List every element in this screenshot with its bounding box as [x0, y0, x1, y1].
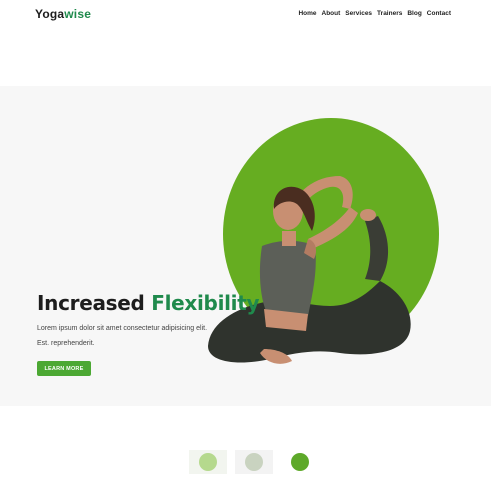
- logo-text-main: Yoga: [35, 7, 65, 21]
- hero-section: Increased Flexibility Lorem ipsum dolor …: [0, 86, 491, 406]
- hero-description: Lorem ipsum dolor sit amet consectetur a…: [37, 321, 217, 351]
- nav-contact[interactable]: Contact: [427, 10, 451, 17]
- nav-home[interactable]: Home: [298, 10, 316, 17]
- hero-description-line-1: Lorem ipsum dolor sit amet consectetur a…: [37, 325, 208, 332]
- slide-thumbnail-2[interactable]: [235, 450, 273, 474]
- nav-trainers[interactable]: Trainers: [377, 10, 402, 17]
- yoga-slide-thumbnail-1-icon: [199, 453, 217, 471]
- logo[interactable]: Yogawise: [35, 7, 91, 21]
- slider-thumbnails: [189, 450, 319, 474]
- navbar: Yogawise Home About Services Trainers Bl…: [0, 0, 491, 30]
- logo-text-accent: wise: [64, 7, 92, 21]
- yoga-pose-figure: [208, 176, 411, 364]
- hero-headline: Increased Flexibility: [37, 291, 260, 315]
- slide-thumbnail-3[interactable]: [281, 450, 319, 474]
- hero-headline-accent: Flexibility: [151, 291, 260, 315]
- main-nav: Home About Services Trainers Blog Contac…: [298, 10, 451, 17]
- nav-about[interactable]: About: [322, 10, 341, 17]
- yoga-slide-thumbnail-2-icon: [245, 453, 263, 471]
- hero-headline-main: Increased: [37, 291, 152, 315]
- yoga-slide-thumbnail-3-icon: [291, 453, 309, 471]
- hero-description-line-2: Est. reprehenderit.: [37, 340, 95, 347]
- learn-more-button[interactable]: LEARN MORE: [37, 361, 91, 376]
- nav-services[interactable]: Services: [345, 10, 372, 17]
- slide-thumbnail-1[interactable]: [189, 450, 227, 474]
- nav-blog[interactable]: Blog: [407, 10, 421, 17]
